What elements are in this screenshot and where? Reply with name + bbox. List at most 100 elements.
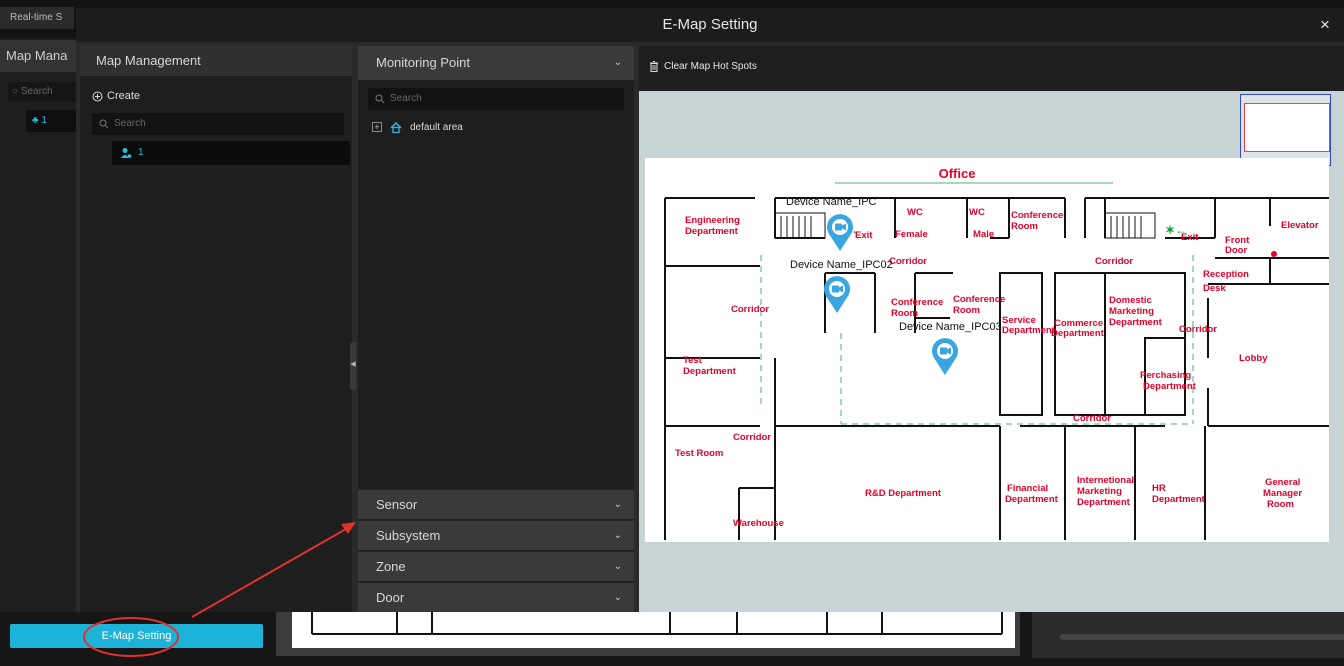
svg-text:WC: WC [907, 207, 923, 218]
svg-text:Perchasing: Perchasing [1140, 370, 1191, 381]
svg-text:Department: Department [685, 226, 739, 237]
svg-text:Department: Department [1109, 317, 1163, 328]
background-panel-title: Map Mana [0, 40, 76, 72]
accordion-subsystem[interactable]: Subsystem ⌄ [358, 520, 634, 550]
svg-text:Marketing: Marketing [1077, 486, 1122, 497]
svg-text:Corridor: Corridor [889, 256, 927, 267]
svg-text:Department: Department [1002, 325, 1056, 336]
monitoring-point-header[interactable]: Monitoring Point ⌄ [358, 46, 634, 80]
trash-icon [650, 60, 658, 72]
accordion-zone[interactable]: Zone ⌄ [358, 551, 634, 581]
svg-text:Desk: Desk [1203, 283, 1226, 294]
svg-text:Room: Room [1011, 221, 1038, 232]
expand-plus-icon[interactable]: + [372, 122, 382, 132]
clear-hotspots-button[interactable]: Clear Map Hot Spots [649, 58, 757, 74]
camera-pin-icon[interactable] [930, 336, 960, 376]
device-label-ipc02: Device Name_IPC02 [790, 259, 893, 271]
svg-text:Department: Department [1152, 494, 1206, 505]
accordion-door[interactable]: Door ⌄ [358, 582, 634, 612]
chevron-left-icon: ◀ [350, 361, 356, 368]
svg-text:Exit: Exit [1181, 232, 1199, 243]
svg-text:Financial: Financial [1007, 483, 1048, 494]
map-area: Clear Map Hot Spots Office ✶← Engineerin… [639, 46, 1344, 612]
camera-pin-icon[interactable] [822, 274, 852, 314]
svg-text:Engineering: Engineering [685, 215, 740, 226]
svg-text:R&D Department: R&D Department [865, 488, 942, 499]
svg-text:Internetional: Internetional [1077, 475, 1134, 486]
svg-text:Lobby: Lobby [1239, 353, 1268, 364]
svg-text:Corridor: Corridor [733, 432, 771, 443]
floor-plan: Office ✶← Engineering Department WC Fema… [645, 158, 1329, 542]
search-icon: ○ [12, 86, 21, 97]
svg-text:Department: Department [1077, 497, 1131, 508]
svg-text:Domestic: Domestic [1109, 295, 1152, 306]
svg-text:Room: Room [953, 305, 980, 316]
device-label-ipc: Device Name_IPC [786, 196, 877, 208]
minimap[interactable] [1240, 94, 1331, 166]
collapse-handle[interactable]: ◀ [350, 342, 356, 390]
svg-text:Corridor: Corridor [1095, 256, 1133, 267]
svg-text:Department: Department [683, 366, 737, 377]
map-management-panel: Map Management Create Search 1 ◀ [80, 46, 356, 612]
map-list-item[interactable]: 1 [112, 141, 350, 165]
svg-text:Test: Test [683, 355, 703, 366]
svg-text:Room: Room [1267, 499, 1294, 510]
floor-plan-title: Office [939, 166, 976, 181]
plus-circle-icon [92, 91, 103, 101]
dialog-title: E-Map Setting [662, 16, 758, 33]
svg-text:Male: Male [973, 229, 994, 240]
map-management-header: Map Management [80, 46, 352, 76]
svg-text:Corridor: Corridor [731, 304, 769, 315]
map-canvas[interactable]: Office ✶← Engineering Department WC Fema… [639, 91, 1344, 612]
home-icon [390, 121, 402, 133]
app-window: Real-time S Map Mana ○ Search ♣ 1 E-Map … [0, 0, 1344, 666]
svg-text:Department: Department [1005, 494, 1059, 505]
svg-text:Exit: Exit [855, 230, 873, 241]
svg-text:Department: Department [1051, 328, 1105, 339]
chevron-down-icon: ⌄ [613, 561, 622, 572]
monitoring-point-panel: Monitoring Point ⌄ Search + default area… [358, 46, 634, 612]
map-search-input[interactable]: Search [92, 113, 344, 135]
svg-text:Room: Room [891, 308, 918, 319]
svg-text:Conference: Conference [1011, 210, 1063, 221]
tree-node-default-area[interactable]: + default area [372, 119, 463, 135]
monitoring-search-input[interactable]: Search [368, 88, 624, 110]
chevron-down-icon: ⌄ [613, 57, 622, 68]
close-icon[interactable]: × [1314, 14, 1336, 36]
svg-text:Manager: Manager [1263, 488, 1302, 499]
svg-text:Department: Department [1143, 381, 1197, 392]
progress-slider[interactable] [1060, 634, 1344, 640]
background-map-preview [292, 612, 1015, 648]
accordion-sensor[interactable]: Sensor ⌄ [358, 489, 634, 519]
emap-setting-dialog: E-Map Setting × Map Management Create Se… [76, 8, 1344, 612]
background-search-input[interactable]: ○ Search [8, 82, 76, 102]
tab-realtime[interactable]: Real-time S [0, 7, 74, 29]
background-tree-item[interactable]: ♣ 1 [26, 110, 76, 132]
minimap-viewport [1244, 103, 1330, 152]
svg-text:Reception: Reception [1203, 269, 1249, 280]
svg-text:Marketing: Marketing [1109, 306, 1154, 317]
svg-text:Conference: Conference [953, 294, 1005, 305]
svg-text:Corridor: Corridor [1073, 413, 1111, 424]
background-playback-bar [1032, 612, 1344, 658]
search-icon [99, 119, 109, 129]
svg-text:WC: WC [969, 207, 985, 218]
svg-text:Conference: Conference [891, 297, 943, 308]
camera-pin-icon[interactable] [825, 212, 855, 252]
svg-text:HR: HR [1152, 483, 1166, 494]
svg-text:Warehouse: Warehouse [733, 518, 784, 529]
emap-setting-button[interactable]: E-Map Setting [10, 624, 263, 648]
svg-text:Corridor: Corridor [1179, 324, 1217, 335]
chevron-down-icon: ⌄ [613, 499, 622, 510]
map-icon: ♣ [32, 115, 42, 126]
chevron-down-icon: ⌄ [613, 530, 622, 541]
map-user-icon [121, 148, 132, 158]
svg-text:Female: Female [895, 229, 928, 240]
create-button[interactable]: Create [92, 88, 140, 104]
svg-text:General: General [1265, 477, 1300, 488]
chevron-down-icon: ⌄ [613, 592, 622, 603]
device-label-ipc03: Device Name_IPC03 [899, 321, 1002, 333]
svg-text:Elevator: Elevator [1281, 220, 1319, 231]
svg-text:Test Room: Test Room [675, 448, 723, 459]
search-icon [375, 94, 385, 104]
